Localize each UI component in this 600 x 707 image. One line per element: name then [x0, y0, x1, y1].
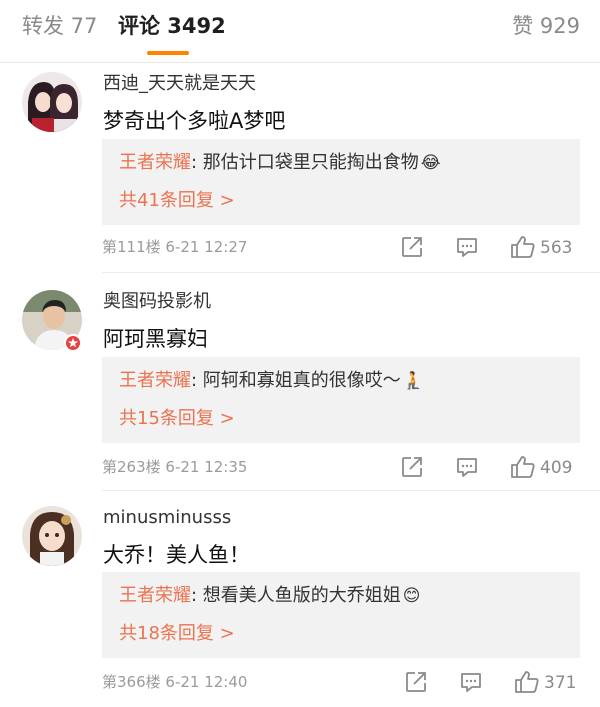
verified-badge: [64, 334, 82, 352]
comment-item: minusminusss 大乔！美人鱼！ 王者荣耀: 想看美人鱼版的大乔姐姐 😊 …: [0, 506, 600, 702]
reply-box[interactable]: 王者荣耀: 想看美人鱼版的大乔姐姐 😊 共18条回复 >: [102, 572, 580, 658]
active-tab-indicator: [147, 51, 189, 55]
thumbs-up-icon[interactable]: [510, 455, 536, 483]
like-count: 563: [540, 238, 573, 258]
share-icon[interactable]: [400, 235, 424, 263]
share-icon[interactable]: [404, 670, 428, 698]
reply-text: : 那估计口袋里只能掏出食物: [191, 152, 419, 173]
comment-text: 梦奇出个多啦A梦吧: [103, 109, 286, 133]
reply-line: 王者荣耀: 想看美人鱼版的大乔姐姐 😊: [119, 583, 421, 609]
share-icon[interactable]: [400, 455, 424, 483]
comment-username[interactable]: minusminusss: [103, 506, 231, 530]
laughing-emoji: 😂: [420, 153, 441, 173]
anime-character-avatar[interactable]: [22, 506, 82, 566]
comment-icon[interactable]: [455, 235, 479, 263]
more-replies-link[interactable]: 共15条回复 >: [119, 406, 235, 432]
tab-likes[interactable]: 赞 929: [512, 12, 580, 40]
comment-username[interactable]: 西迪_天天就是天天: [103, 72, 256, 96]
comment-icon[interactable]: [459, 670, 483, 698]
anime-girls-avatar[interactable]: [22, 72, 82, 132]
reply-author[interactable]: 王者荣耀: [119, 370, 191, 391]
comment-icon[interactable]: [455, 455, 479, 483]
thumbs-up-icon[interactable]: [510, 235, 536, 263]
like-count: 371: [544, 673, 577, 693]
comment-divider: [102, 490, 600, 491]
comment-text: 阿珂黑寡妇: [103, 327, 208, 351]
comment-meta: 第263楼 6-21 12:35: [102, 458, 248, 476]
comment-divider: [102, 272, 600, 273]
kneeling-emoji: 🧎: [402, 371, 424, 391]
reply-author[interactable]: 王者荣耀: [119, 152, 191, 173]
comment-item: 西迪_天天就是天天 梦奇出个多啦A梦吧 王者荣耀: 那估计口袋里只能掏出食物 😂 …: [0, 72, 600, 262]
tab-reposts[interactable]: 转发 77: [22, 12, 97, 40]
comment-meta: 第366楼 6-21 12:40: [102, 673, 248, 691]
more-replies-link[interactable]: 共41条回复 >: [119, 188, 235, 214]
comment-meta: 第111楼 6-21 12:27: [102, 238, 248, 256]
more-replies-link[interactable]: 共18条回复 >: [119, 621, 235, 647]
reply-line: 王者荣耀: 阿轲和寡姐真的很像哎～ 🧎: [119, 368, 424, 394]
reply-author[interactable]: 王者荣耀: [119, 585, 191, 606]
comment-actions: 371: [404, 670, 580, 696]
thumbs-up-icon[interactable]: [514, 670, 540, 698]
reply-text: : 阿轲和寡姐真的很像哎～: [191, 370, 401, 391]
comment-actions: 563: [400, 235, 580, 261]
comment-username[interactable]: 奥图码投影机: [103, 290, 211, 314]
like-count: 409: [540, 458, 573, 478]
reply-box[interactable]: 王者荣耀: 阿轲和寡姐真的很像哎～ 🧎 共15条回复 >: [102, 357, 580, 443]
comment-actions: 409: [400, 455, 580, 481]
comment-item: 奥图码投影机 阿珂黑寡妇 王者荣耀: 阿轲和寡姐真的很像哎～ 🧎 共15条回复 >…: [0, 290, 600, 480]
smiling-emoji: 😊: [402, 586, 421, 606]
reply-text: : 想看美人鱼版的大乔姐姐: [191, 585, 401, 606]
comment-text: 大乔！美人鱼！: [103, 543, 250, 567]
tab-divider: [0, 62, 600, 63]
reply-box[interactable]: 王者荣耀: 那估计口袋里只能掏出食物 😂 共41条回复 >: [102, 139, 580, 225]
comment-tab-bar: 转发 77 评论 3492 赞 929: [0, 0, 600, 62]
reply-line: 王者荣耀: 那估计口袋里只能掏出食物 😂: [119, 150, 441, 176]
